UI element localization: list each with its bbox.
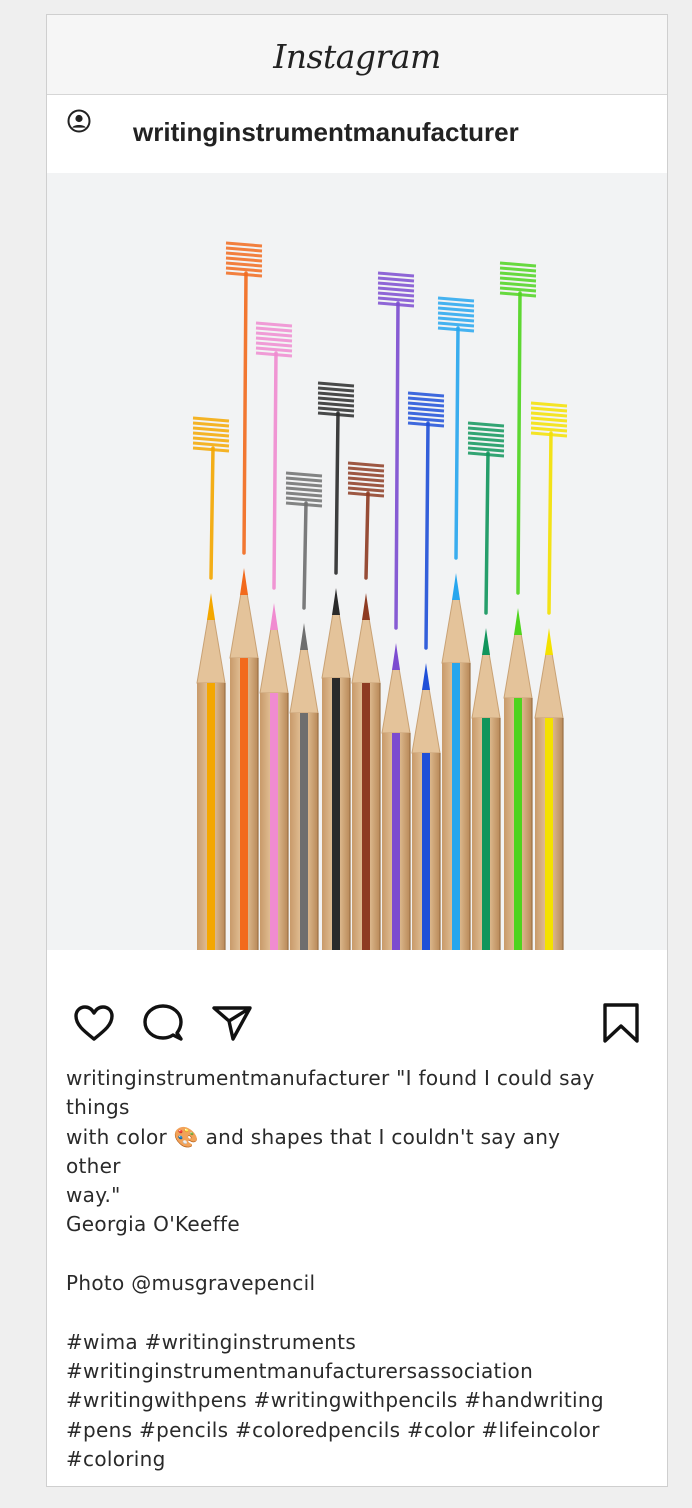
post-caption: writinginstrumentmanufacturer "I found I… xyxy=(47,1064,667,1474)
caption-line: Georgia O'Keeffe xyxy=(66,1212,240,1237)
post-actions xyxy=(47,950,667,1072)
avatar[interactable] xyxy=(67,109,91,133)
post-image[interactable] xyxy=(47,173,667,950)
post-header: writinginstrumentmanufacturer xyxy=(47,95,667,173)
caption-hashtags[interactable]: #coloring xyxy=(66,1445,647,1474)
caption-text: and shapes that I couldn't say any xyxy=(205,1124,561,1149)
comment-icon[interactable] xyxy=(141,1001,185,1045)
top-bar: Instagram xyxy=(47,15,667,95)
caption-line: things xyxy=(66,1095,130,1120)
caption-text: with color xyxy=(66,1124,168,1149)
instagram-post-card: Instagram writinginstrumentmanufacturer … xyxy=(46,14,668,1487)
caption-hashtags[interactable]: #writinginstrumentmanufacturersassociati… xyxy=(66,1357,647,1386)
palette-emoji: 🎨 xyxy=(173,1124,199,1149)
caption-line: with color 🎨 and shapes that I couldn't … xyxy=(66,1123,647,1152)
instagram-logo[interactable]: Instagram xyxy=(273,37,441,76)
heart-icon[interactable] xyxy=(72,1001,116,1045)
caption-line: way." xyxy=(66,1183,121,1208)
caption-hashtags[interactable]: #wima #writinginstruments xyxy=(66,1328,647,1357)
caption-line: other xyxy=(66,1153,121,1178)
bookmark-icon[interactable] xyxy=(599,1001,643,1045)
colored-pencils-photo xyxy=(192,241,568,950)
caption-hashtags[interactable]: #pens #pencils #coloredpencils #color #l… xyxy=(66,1416,647,1445)
caption-mention[interactable]: Photo @musgravepencil xyxy=(66,1269,647,1298)
caption-hashtags[interactable]: #writingwithpens #writingwithpencils #ha… xyxy=(66,1386,647,1415)
share-icon[interactable] xyxy=(210,1001,254,1045)
post-username[interactable]: writinginstrumentmanufacturer xyxy=(133,117,519,148)
